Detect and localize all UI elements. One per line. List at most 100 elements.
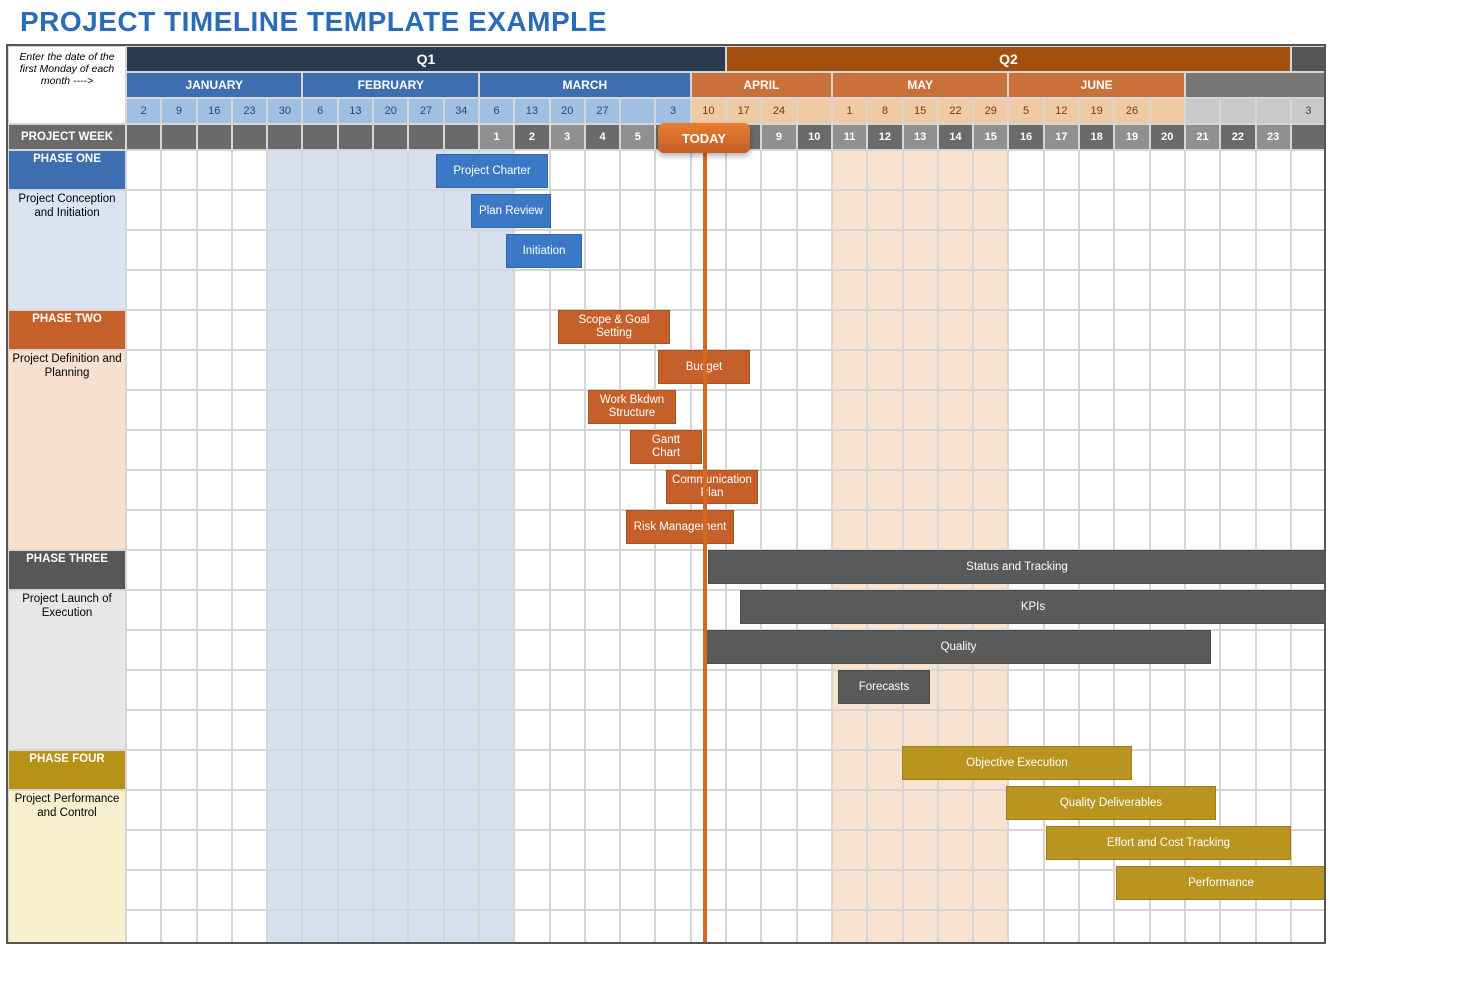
task-scope-goal: Scope & Goal Setting — [558, 310, 670, 344]
day-16: 10 — [691, 98, 726, 124]
task-status-tracking: Status and Tracking — [708, 550, 1326, 584]
phase-one-label: PHASE ONE — [8, 150, 126, 190]
task-quality-deliverables: Quality Deliverables — [1006, 786, 1216, 820]
week-4 — [267, 124, 302, 150]
day-23: 22 — [938, 98, 973, 124]
day-27: 19 — [1079, 98, 1114, 124]
day-5: 6 — [302, 98, 337, 124]
today-line — [703, 150, 707, 944]
month-june: JUNE — [1008, 72, 1184, 98]
phase-four-sub: Project Performance and Control — [8, 790, 126, 944]
timeline-frame: Enter the date of the first Monday of ea… — [6, 44, 1326, 944]
week-30: 21 — [1185, 124, 1220, 150]
day-31 — [1220, 98, 1255, 124]
week-0 — [126, 124, 161, 150]
day-9: 34 — [444, 98, 479, 124]
day-21: 8 — [867, 98, 902, 124]
phase-three-sub: Project Launch of Execution — [8, 590, 126, 750]
week-18: 9 — [761, 124, 796, 150]
week-7 — [373, 124, 408, 150]
day-24: 29 — [973, 98, 1008, 124]
day-4: 30 — [267, 98, 302, 124]
week-22: 13 — [903, 124, 938, 150]
day-11: 13 — [514, 98, 549, 124]
day-30 — [1185, 98, 1220, 124]
week-8 — [408, 124, 443, 150]
day-10: 6 — [479, 98, 514, 124]
day-22: 15 — [903, 98, 938, 124]
day-2: 16 — [197, 98, 232, 124]
task-wbs: Work Bkdwn Structure — [588, 390, 676, 424]
today-marker: TODAY — [658, 123, 750, 153]
week-12: 3 — [550, 124, 585, 150]
gantt-overlay: Project Charter Plan Review Initiation S… — [126, 150, 1324, 942]
day-32 — [1256, 98, 1291, 124]
day-1: 9 — [161, 98, 196, 124]
week-11: 2 — [514, 124, 549, 150]
week-13: 4 — [585, 124, 620, 150]
week-25: 16 — [1008, 124, 1043, 150]
day-12: 20 — [550, 98, 585, 124]
week-26: 17 — [1044, 124, 1079, 150]
day-18: 24 — [761, 98, 796, 124]
task-gantt-chart: Gantt Chart — [630, 430, 702, 464]
phase-one-sub: Project Conception and Initiation — [8, 190, 126, 310]
week-23: 14 — [938, 124, 973, 150]
day-15: 3 — [655, 98, 690, 124]
day-26: 12 — [1044, 98, 1079, 124]
quarter-q3 — [1291, 46, 1326, 72]
week-20: 11 — [832, 124, 867, 150]
task-quality: Quality — [706, 630, 1211, 664]
month-march: MARCH — [479, 72, 691, 98]
week-21: 12 — [867, 124, 902, 150]
week-1 — [161, 124, 196, 150]
quarter-q2: Q2 — [726, 46, 1291, 72]
enter-date-note: Enter the date of the first Monday of ea… — [8, 46, 126, 124]
month-april: APRIL — [691, 72, 832, 98]
week-32: 23 — [1256, 124, 1291, 150]
week-24: 15 — [973, 124, 1008, 150]
day-6: 13 — [338, 98, 373, 124]
day-13: 27 — [585, 98, 620, 124]
task-forecasts: Forecasts — [838, 670, 930, 704]
day-3: 23 — [232, 98, 267, 124]
day-25: 5 — [1008, 98, 1043, 124]
day-0: 2 — [126, 98, 161, 124]
week-3 — [232, 124, 267, 150]
month-february: FEBRUARY — [302, 72, 478, 98]
week-31: 22 — [1220, 124, 1255, 150]
week-33 — [1291, 124, 1326, 150]
task-initiation: Initiation — [506, 234, 582, 268]
day-28: 26 — [1114, 98, 1149, 124]
quarter-q1: Q1 — [126, 46, 726, 72]
task-kpis: KPIs — [740, 590, 1326, 624]
task-plan-review: Plan Review — [471, 194, 551, 228]
task-objective-execution: Objective Execution — [902, 746, 1132, 780]
day-29 — [1150, 98, 1185, 124]
week-28: 19 — [1114, 124, 1149, 150]
day-19 — [797, 98, 832, 124]
month-january: JANUARY — [126, 72, 302, 98]
page-title: PROJECT TIMELINE TEMPLATE EXAMPLE — [20, 6, 1468, 38]
phase-two-sub: Project Definition and Planning — [8, 350, 126, 550]
week-10: 1 — [479, 124, 514, 150]
phase-three-label: PHASE THREE — [8, 550, 126, 590]
phase-two-label: PHASE TWO — [8, 310, 126, 350]
day-7: 20 — [373, 98, 408, 124]
week-6 — [338, 124, 373, 150]
task-risk-mgmt: Risk Management — [626, 510, 734, 544]
week-5 — [302, 124, 337, 150]
day-20: 1 — [832, 98, 867, 124]
task-performance: Performance — [1116, 866, 1326, 900]
project-week-label: PROJECT WEEK — [8, 124, 126, 150]
task-effort-cost: Effort and Cost Tracking — [1046, 826, 1291, 860]
month-may: MAY — [832, 72, 1008, 98]
week-9 — [444, 124, 479, 150]
day-33: 3 — [1291, 98, 1326, 124]
month-july — [1185, 72, 1326, 98]
week-14: 5 — [620, 124, 655, 150]
week-29: 20 — [1150, 124, 1185, 150]
week-19: 10 — [797, 124, 832, 150]
task-comm-plan: Communication Plan — [666, 470, 758, 504]
day-14 — [620, 98, 655, 124]
